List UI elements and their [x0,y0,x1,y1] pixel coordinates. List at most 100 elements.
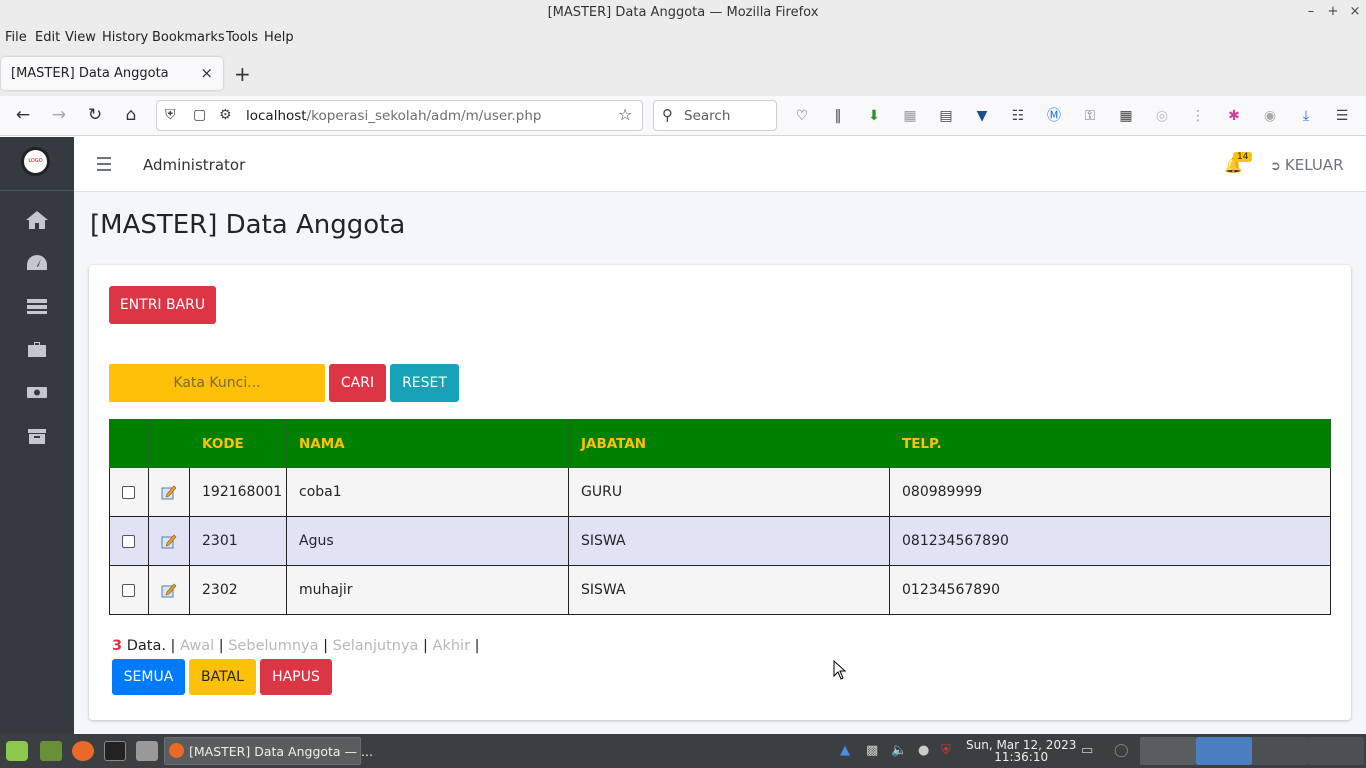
pager-last-link[interactable]: Akhir [433,638,471,654]
edit-icon[interactable] [161,484,177,500]
show-desktop-icon[interactable] [40,741,62,761]
row-checkbox[interactable] [122,583,135,597]
dashboard-gauge-icon[interactable] [25,253,49,273]
menu-tools[interactable]: Tools [226,30,258,45]
table-row: 2301 Agus SISWA 081234567890 [109,516,1331,566]
firefox-launcher-icon[interactable] [72,741,94,761]
color-extension-icon[interactable]: ✱ [1224,106,1244,126]
bluetooth-tray-icon[interactable]: ● [918,743,929,758]
menu-extension-icon[interactable]: ⋮ [1188,106,1208,126]
col-header-kode[interactable]: KODE [189,419,287,468]
row-select-cell [109,565,149,615]
col-header-telp[interactable]: TELP. [889,419,1331,468]
workspace-4[interactable] [1308,737,1364,765]
pager-next-link[interactable]: Selanjutnya [333,638,419,654]
lock-extension-icon[interactable]: ⚿ [1080,106,1100,126]
extension-icon[interactable]: ▦ [900,106,920,126]
row-checkbox[interactable] [122,534,135,548]
pager-first-link[interactable]: Awal [180,638,214,654]
pocket-icon[interactable]: ♡ [792,106,812,126]
workspace-3[interactable] [1252,737,1308,765]
menu-edit[interactable]: Edit [35,30,60,45]
new-entry-button[interactable]: ENTRI BARU [109,286,216,324]
search-box[interactable]: ⚲ Search [653,100,777,131]
menu-view[interactable]: View [65,30,96,45]
list-icon[interactable] [25,296,49,316]
back-arrow-icon[interactable]: ← [12,104,34,126]
row-checkbox[interactable] [122,485,135,499]
shield-icon[interactable]: ⛨ [165,107,176,123]
files-launcher-icon[interactable] [136,741,158,761]
url-text[interactable]: localhost/koperasi_sekolah/adm/m/user.ph… [246,108,541,124]
cell-kode: 192168001 [189,467,287,517]
minimize-button[interactable]: – [1303,4,1319,19]
forward-arrow-icon[interactable]: → [48,104,70,126]
mint-menu-icon[interactable] [6,741,28,761]
update-shield-icon[interactable]: ⛨ [941,743,951,758]
reader-icon[interactable]: ▤ [936,106,956,126]
url-bar[interactable]: ⛨ ▢ ⚙ localhost/koperasi_sekolah/adm/m/u… [156,100,643,131]
select-all-button[interactable]: SEMUA [112,659,185,695]
save-extension-icon[interactable]: ▼ [972,106,992,126]
globe-icon[interactable]: ◎ [1152,106,1172,126]
menu-history[interactable]: History [102,30,148,45]
menu-file[interactable]: File [5,30,27,45]
tab-active[interactable]: [MASTER] Data Anggota × [1,57,223,90]
power-icon[interactable]: ◯ [1114,743,1129,758]
tab-close-icon[interactable]: × [200,64,213,82]
briefcase-icon[interactable] [25,339,49,359]
home-icon[interactable]: ⌂ [120,104,142,126]
cancel-button[interactable]: BATAL [189,659,256,695]
tab-label: [MASTER] Data Anggota [11,66,169,81]
workspace-2[interactable] [1196,737,1252,765]
hamburger-menu-icon[interactable] [97,157,111,171]
bookmark-star-icon[interactable]: ☆ [618,105,632,124]
col-header-nama[interactable]: NAMA [286,419,569,468]
bluetooth-icon[interactable]: ▲ [840,743,850,758]
reload-icon[interactable]: ↻ [84,104,106,126]
cell-jabatan: SISWA [568,565,890,615]
edit-icon[interactable] [161,582,177,598]
permissions-icon[interactable]: ⚙ [219,107,232,123]
app-menu-icon[interactable]: ☰ [1332,106,1352,126]
downloads-icon[interactable]: ⤓ [1296,106,1316,126]
record-extension-icon[interactable]: ◉ [1260,106,1280,126]
edit-icon[interactable] [161,533,177,549]
pager-prev-link[interactable]: Sebelumnya [228,638,318,654]
home-icon[interactable] [25,210,49,230]
row-edit-cell [148,467,190,517]
col-header-jabatan[interactable]: JABATAN [568,419,890,468]
delete-button[interactable]: HAPUS [260,659,332,695]
menu-bookmarks[interactable]: Bookmarks [152,30,225,45]
tab-bar: [MASTER] Data Anggota × + [0,50,1366,96]
network-icon[interactable]: ▩ [866,743,878,758]
url-path: /koperasi_sekolah/adm/m/user.php [306,108,542,124]
menu-help[interactable]: Help [264,30,294,45]
download-arrow-icon[interactable]: ⬇ [864,106,884,126]
logo[interactable]: LOGO [21,147,50,176]
money-icon[interactable] [25,382,49,402]
search-button[interactable]: CARI [329,364,386,402]
row-select-cell [109,467,149,517]
notification-badge: 14 [1233,152,1253,162]
battery-icon[interactable]: ▭ [1081,743,1093,758]
maximize-button[interactable]: + [1325,4,1341,19]
clock[interactable]: Sun, Mar 12, 2023 11:36:10 [966,739,1076,763]
close-window-button[interactable]: × [1347,4,1363,19]
qr-code-icon[interactable]: ▦ [1116,106,1136,126]
content-card: ENTRI BARU CARI RESET KODE NAMA JABATAN … [89,265,1351,720]
reset-button[interactable]: RESET [390,364,459,402]
taskbar-window-firefox[interactable]: [MASTER] Data Anggota — ... [164,737,373,765]
archive-icon[interactable] [25,426,49,446]
keyword-search-input[interactable] [109,364,325,402]
new-tab-button[interactable]: + [234,62,251,86]
url-host: localhost [246,108,307,124]
workspace-1[interactable] [1140,737,1196,765]
terminal-icon[interactable] [104,741,126,761]
volume-icon[interactable]: 🔈 [891,743,907,758]
zoom-extension-icon[interactable]: Ⓜ [1044,106,1064,126]
library-icon[interactable]: ‖ [828,106,848,126]
logout-link[interactable]: ➲ KELUAR [1270,156,1344,174]
search-icon: ⚲ [662,106,673,124]
grid-extension-icon[interactable]: ☷ [1008,106,1028,126]
